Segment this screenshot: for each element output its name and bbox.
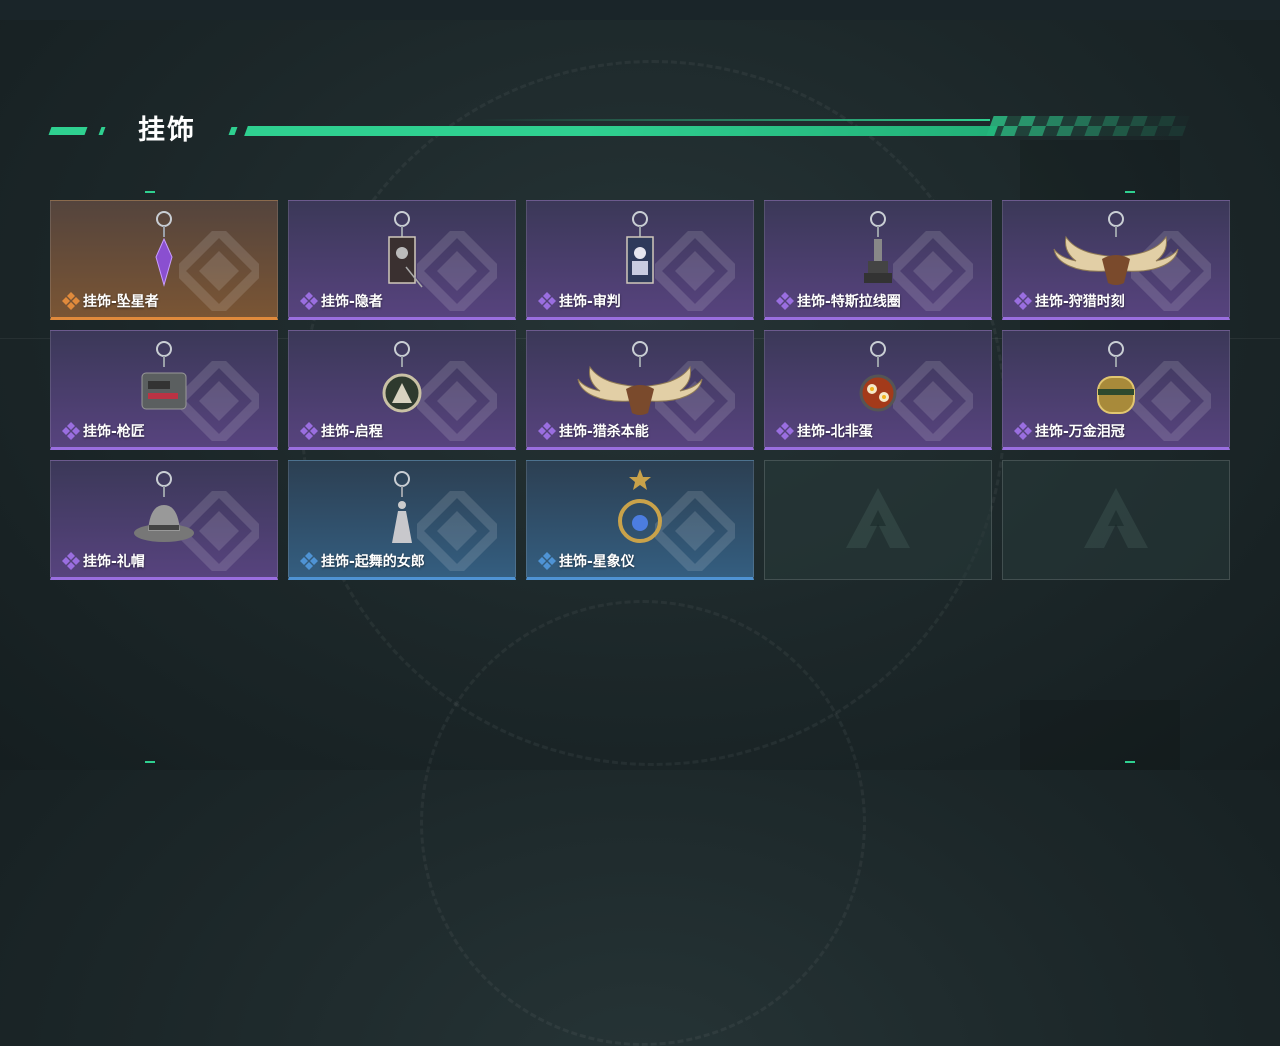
charm-name: 挂饰-特斯拉线圈 — [797, 294, 901, 310]
charm-name: 挂饰-审判 — [559, 294, 621, 310]
dancing-lady-figurine-icon — [392, 471, 412, 543]
tarot-card-hermit-icon — [388, 211, 423, 288]
charm-card[interactable]: 挂饰-枪匠 — [50, 330, 278, 450]
rarity-diamond-icon — [300, 552, 318, 570]
moose-antlers-icon — [577, 341, 703, 415]
background-silhouette-lower — [1020, 700, 1180, 770]
charm-name: 挂饰-万金泪冠 — [1035, 424, 1125, 440]
charm-card[interactable]: 挂饰-星象仪 — [526, 460, 754, 580]
rarity-diamond-icon — [538, 292, 556, 310]
top-bar — [0, 0, 1280, 20]
header-checker-pattern — [986, 116, 1200, 136]
rarity-diamond-icon — [776, 292, 794, 310]
charm-name: 挂饰-启程 — [321, 424, 383, 440]
rarity-diamond-icon — [300, 292, 318, 310]
header-accent-bar — [244, 126, 998, 136]
rarity-diamond-icon — [1014, 422, 1032, 440]
charm-card[interactable]: 挂饰-特斯拉线圈 — [764, 200, 992, 320]
charm-name: 挂饰-猎杀本能 — [559, 424, 649, 440]
rarity-diamond-icon — [62, 292, 80, 310]
corner-tick-top-left — [145, 191, 155, 193]
header-accent-slash — [98, 127, 106, 135]
charm-name: 挂饰-北非蛋 — [797, 424, 873, 440]
empty-slot — [1002, 460, 1230, 580]
rarity-diamond-icon — [300, 422, 318, 440]
charm-name: 挂饰-枪匠 — [83, 424, 145, 440]
charm-card[interactable]: 挂饰-万金泪冠 — [1002, 330, 1230, 450]
charm-card[interactable]: 挂饰-猎杀本能 — [526, 330, 754, 450]
charm-name: 挂饰-起舞的女郎 — [321, 554, 425, 570]
astrolabe-icon — [618, 469, 662, 543]
corner-tick-top-right — [1125, 191, 1135, 193]
mountain-medallion-icon — [382, 341, 422, 413]
charm-grid: 挂饰-坠星者 挂饰-隐者 挂饰-审判 挂饰-特斯拉线圈 挂饰-狩猎时刻挂饰-枪匠 挂饰-启… — [50, 200, 1230, 580]
rarity-diamond-icon — [538, 552, 556, 570]
charm-card[interactable]: 挂饰-起舞的女郎 — [288, 460, 516, 580]
page-title: 挂饰 — [138, 115, 196, 146]
charm-name: 挂饰-隐者 — [321, 294, 383, 310]
moose-antlers-icon — [1053, 211, 1179, 285]
charm-card[interactable]: 挂饰-启程 — [288, 330, 516, 450]
charm-name: 挂饰-坠星者 — [83, 294, 159, 310]
header-accent-thin-line — [480, 119, 990, 121]
rarity-diamond-icon — [62, 552, 80, 570]
tesla-coil-icon — [864, 211, 892, 283]
rarity-diamond-icon — [1014, 292, 1032, 310]
rarity-diamond-icon — [538, 422, 556, 440]
purple-crystal-pendant-icon — [155, 211, 173, 287]
charm-name: 挂饰-狩猎时刻 — [1035, 294, 1125, 310]
gun-parts-icon — [141, 341, 187, 410]
header-accent-segment — [48, 127, 88, 135]
charm-card[interactable]: 挂饰-坠星者 — [50, 200, 278, 320]
charm-name: 挂饰-星象仪 — [559, 554, 635, 570]
charm-card[interactable]: 挂饰-狩猎时刻 — [1002, 200, 1230, 320]
charm-card[interactable]: 挂饰-审判 — [526, 200, 754, 320]
background-ring-lower — [420, 600, 866, 1046]
charm-card[interactable]: 挂饰-隐者 — [288, 200, 516, 320]
corner-tick-bottom-left — [145, 761, 155, 763]
fedora-hat-icon — [134, 471, 194, 542]
rarity-diamond-icon — [776, 422, 794, 440]
rarity-diamond-icon — [62, 422, 80, 440]
empty-slot — [764, 460, 992, 580]
header-accent-slash-2 — [228, 127, 238, 135]
shakshuka-pan-icon — [859, 341, 897, 412]
charm-name: 挂饰-礼帽 — [83, 554, 145, 570]
empty-slot-logo-icon — [1084, 488, 1148, 548]
golden-crown-icon — [1097, 341, 1135, 414]
charm-card[interactable]: 挂饰-礼帽 — [50, 460, 278, 580]
charm-card[interactable]: 挂饰-北非蛋 — [764, 330, 992, 450]
empty-slot-logo-icon — [846, 488, 910, 548]
corner-tick-bottom-right — [1125, 761, 1135, 763]
tarot-card-judgement-icon — [626, 211, 654, 284]
